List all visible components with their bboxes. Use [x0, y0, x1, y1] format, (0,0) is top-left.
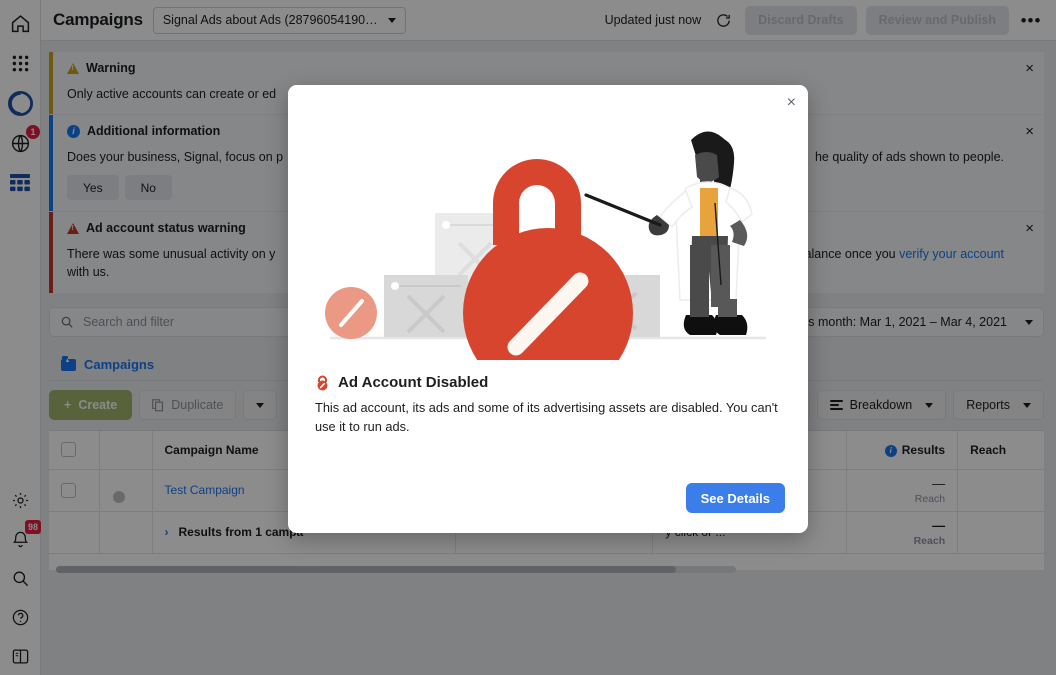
- see-details-button[interactable]: See Details: [685, 483, 785, 513]
- dialog-title: Ad Account Disabled: [338, 374, 489, 391]
- ad-account-disabled-dialog: × Ad Account Disabled This ad account, i…: [288, 85, 808, 533]
- dialog-body: This ad account, its ads and some of its…: [315, 400, 778, 435]
- dialog-footer: See Details: [685, 483, 785, 513]
- padlock-disabled-illustration: [288, 85, 808, 360]
- dialog-title-row: Ad Account Disabled: [288, 360, 808, 391]
- close-icon[interactable]: ×: [787, 95, 796, 111]
- padlock-disabled-icon: [317, 375, 328, 390]
